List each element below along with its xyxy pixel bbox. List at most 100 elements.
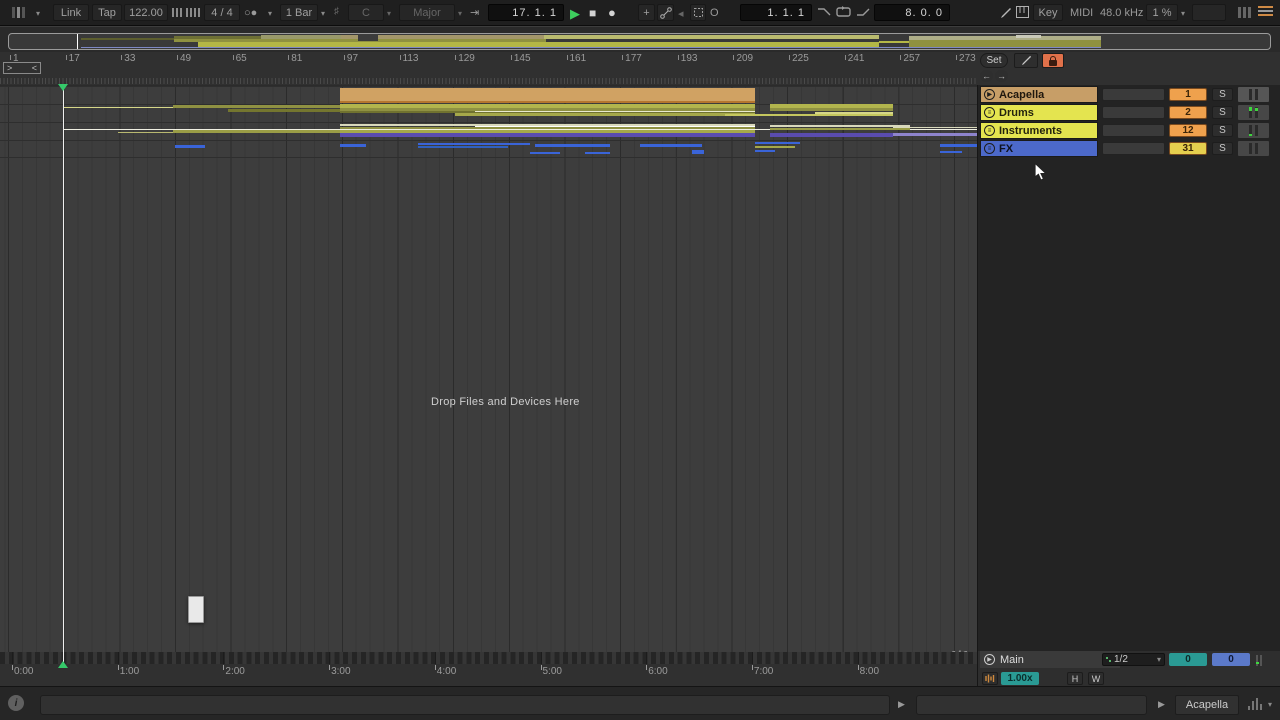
status-expand-icon[interactable]: ▶: [898, 699, 905, 710]
loop-end-icon[interactable]: <: [32, 63, 37, 73]
beat-ruler[interactable]: 1173349658197113129145161177193209225241…: [0, 52, 1280, 85]
loop-start-icon[interactable]: >: [7, 63, 12, 73]
overview-clip[interactable]: [1016, 35, 1041, 38]
clip-instruments[interactable]: [893, 133, 977, 136]
record-button[interactable]: ●: [608, 5, 616, 20]
arrangement-lock-button[interactable]: [1042, 53, 1064, 68]
track-row-instruments[interactable]: ≡ Instruments 12 S: [978, 122, 1280, 139]
locator-pencil-button[interactable]: [1014, 53, 1038, 68]
key-root-caret-icon[interactable]: ▾: [387, 9, 391, 18]
track-header[interactable]: ≡ Drums: [980, 104, 1098, 121]
scale-caret-icon[interactable]: ▾: [458, 9, 462, 18]
arrangement-overview[interactable]: [8, 33, 1271, 50]
main-track-header[interactable]: ▶ Main: [980, 651, 1120, 668]
nudge-up-icon[interactable]: [186, 8, 202, 20]
next-locator-button[interactable]: →: [995, 70, 1008, 82]
zoom-factor-box[interactable]: 1.00x: [1001, 672, 1039, 685]
group-menu-icon[interactable]: ≡: [984, 107, 995, 118]
track-number-box[interactable]: 31: [1169, 142, 1207, 155]
width-zoom-button[interactable]: W: [1088, 672, 1104, 685]
dragged-clip-ghost[interactable]: [188, 596, 204, 623]
arrangement-area[interactable]: Drop Files and Devices Here 4/1: [0, 85, 977, 652]
new-button[interactable]: +: [638, 4, 655, 21]
clip-instruments[interactable]: [770, 125, 910, 127]
punch-out-icon[interactable]: [856, 6, 870, 18]
track-row-fx[interactable]: ≡ FX 31 S: [978, 140, 1280, 157]
tempo-field[interactable]: 122.00: [124, 4, 168, 21]
loop-length-display[interactable]: 8. 0. 0: [874, 4, 950, 21]
clip-instruments[interactable]: [340, 127, 755, 129]
cpu-load-field[interactable]: 1 %: [1146, 4, 1178, 21]
arrangement-position-display[interactable]: 17. 1. 1: [488, 4, 564, 21]
metronome-icon[interactable]: ○●: [244, 7, 257, 19]
draw-pencil-icon[interactable]: [1000, 7, 1012, 19]
tap-tempo-button[interactable]: Tap: [92, 4, 122, 21]
midi-map-button[interactable]: MIDI: [1070, 7, 1093, 19]
clip-fx[interactable]: [175, 145, 205, 148]
clip-fx[interactable]: [535, 144, 610, 147]
track-io-box[interactable]: [1102, 124, 1165, 137]
track-io-box[interactable]: [1102, 88, 1165, 101]
clip-instruments[interactable]: [893, 127, 977, 128]
key-map-button[interactable]: Key: [1033, 4, 1063, 21]
key-root-menu[interactable]: C: [348, 4, 384, 21]
time-ruler[interactable]: 0:001:002:003:004:005:006:007:008:00: [0, 652, 977, 686]
clip-fx[interactable]: [640, 144, 702, 147]
draw-mode-button[interactable]: [690, 4, 706, 21]
selected-track-label[interactable]: Acapella: [1175, 695, 1239, 715]
clip-fx[interactable]: [418, 143, 530, 145]
clip-drums[interactable]: [228, 109, 340, 112]
metronome-caret-icon[interactable]: ▾: [268, 9, 272, 18]
cue-volume-box[interactable]: 0: [1169, 653, 1207, 666]
clip-fx[interactable]: [940, 151, 962, 153]
track-header[interactable]: ▶ Acapella: [980, 86, 1098, 103]
clip-fx[interactable]: [755, 142, 800, 144]
cpu-caret-icon[interactable]: ▾: [1181, 9, 1185, 18]
playhead-marker-top[interactable]: [58, 84, 68, 91]
scale-menu[interactable]: Major: [399, 4, 455, 21]
clip-fx[interactable]: [755, 150, 775, 152]
clip-fx[interactable]: [340, 144, 366, 147]
levels-caret-icon[interactable]: ▾: [1268, 700, 1272, 709]
overview-clip[interactable]: [909, 40, 1101, 47]
clip-acapella-edge[interactable]: [340, 101, 755, 103]
tempo-follow-box[interactable]: 0: [1212, 653, 1250, 666]
clip-drums[interactable]: [725, 114, 893, 116]
track-io-box[interactable]: [1102, 142, 1165, 155]
clip-fx[interactable]: [692, 150, 704, 154]
track-header[interactable]: ≡ Instruments: [980, 122, 1098, 139]
track-number-box[interactable]: 1: [1169, 88, 1207, 101]
solo-button[interactable]: S: [1212, 106, 1233, 119]
levels-icon[interactable]: [1248, 697, 1264, 710]
overview-clip[interactable]: [81, 47, 1101, 48]
overview-clip[interactable]: [544, 35, 879, 39]
notifications-menu-icon[interactable]: [1258, 6, 1273, 16]
clip-drums[interactable]: [173, 105, 340, 108]
clip-fx[interactable]: [418, 146, 508, 148]
quantize-menu[interactable]: 1 Bar: [280, 4, 318, 21]
clip-instruments[interactable]: [770, 128, 910, 130]
clip-drums[interactable]: [455, 113, 755, 116]
follow-button[interactable]: ⇥: [470, 6, 479, 19]
clip-instruments[interactable]: [475, 126, 755, 127]
clip-fx[interactable]: [755, 146, 795, 148]
back-to-arrangement-button[interactable]: ◂: [678, 7, 684, 20]
solo-button[interactable]: S: [1212, 124, 1233, 137]
automation-mode-button[interactable]: [657, 4, 674, 21]
prev-locator-button[interactable]: ←: [980, 70, 993, 82]
control-bar-icon[interactable]: [12, 7, 27, 21]
group-menu-icon[interactable]: ≡: [984, 143, 995, 154]
selected-track-expand-icon[interactable]: ▶: [1158, 699, 1165, 710]
control-bar-caret-icon[interactable]: ▾: [36, 9, 40, 18]
solo-button[interactable]: S: [1212, 142, 1233, 155]
audition-waveform-icon[interactable]: [982, 672, 998, 685]
clip-fx[interactable]: [940, 144, 977, 147]
track-row-acapella[interactable]: ▶ Acapella 1 S: [978, 86, 1280, 103]
set-locator-button[interactable]: Set: [980, 53, 1008, 68]
punch-in-icon[interactable]: [817, 6, 831, 18]
height-zoom-button[interactable]: H: [1067, 672, 1083, 685]
stop-button[interactable]: ■: [589, 6, 596, 20]
loop-marker[interactable]: > <: [3, 62, 41, 74]
follow-actions-button[interactable]: O: [710, 7, 719, 19]
time-signature-field[interactable]: 4 / 4: [204, 4, 240, 21]
